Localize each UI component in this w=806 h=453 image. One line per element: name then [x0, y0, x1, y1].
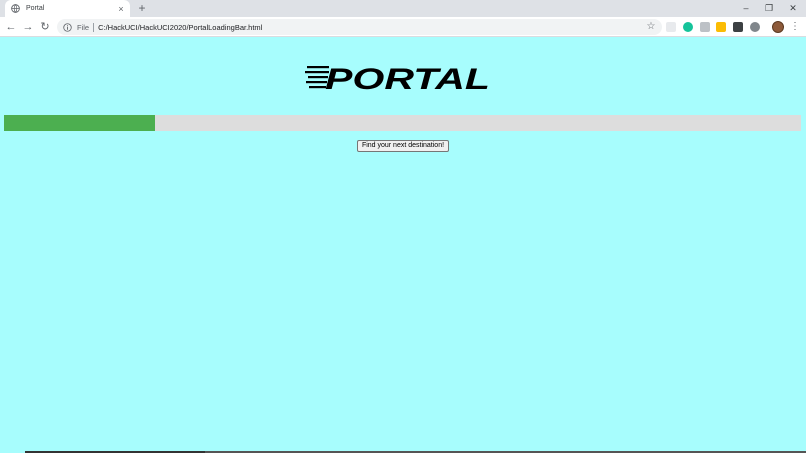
bookmark-star-icon[interactable]: ☆: [646, 22, 656, 32]
menu-icon[interactable]: ⋮: [790, 20, 800, 34]
extension-icon-4[interactable]: [716, 22, 726, 32]
tab-portal[interactable]: Portal ×: [5, 0, 130, 17]
window-close-icon[interactable]: ✕: [786, 1, 800, 15]
back-icon[interactable]: ←: [4, 20, 18, 34]
tab-strip: Portal × + – ❐ ✕: [0, 0, 806, 17]
forward-icon[interactable]: →: [21, 20, 35, 34]
new-tab-icon[interactable]: +: [136, 2, 148, 14]
avatar[interactable]: [772, 21, 784, 33]
loading-progress-bar: [4, 115, 801, 131]
address-bar[interactable]: File C:/HackUCI/HackUCI2020/PortalLoadin…: [57, 19, 662, 35]
logo-text: PORTAL: [325, 63, 490, 94]
grammarly-icon[interactable]: [683, 22, 693, 32]
reload-icon[interactable]: ↻: [38, 20, 52, 34]
globe-icon: [11, 4, 20, 13]
tab-title: Portal: [26, 5, 45, 12]
find-destination-button[interactable]: Find your next destination!: [357, 140, 449, 152]
portal-logo: PORTAL: [305, 63, 490, 94]
close-icon[interactable]: ×: [116, 4, 126, 14]
browser-toolbar: ← → ↻ File C:/HackUCI/HackUCI2020/Portal…: [0, 17, 806, 37]
url-text[interactable]: C:/HackUCI/HackUCI2020/PortalLoadingBar.…: [98, 23, 646, 32]
extension-icon-5[interactable]: [733, 22, 743, 32]
url-separator: [93, 22, 95, 32]
extension-icon-6[interactable]: [750, 22, 760, 32]
minimize-icon[interactable]: –: [739, 1, 753, 15]
extension-icon-1[interactable]: [666, 22, 676, 32]
info-icon[interactable]: [63, 22, 72, 32]
extension-icon-3[interactable]: [700, 22, 710, 32]
url-scheme-label: File: [77, 22, 90, 32]
restore-icon[interactable]: ❐: [762, 1, 776, 15]
progress-fill: [4, 115, 156, 131]
